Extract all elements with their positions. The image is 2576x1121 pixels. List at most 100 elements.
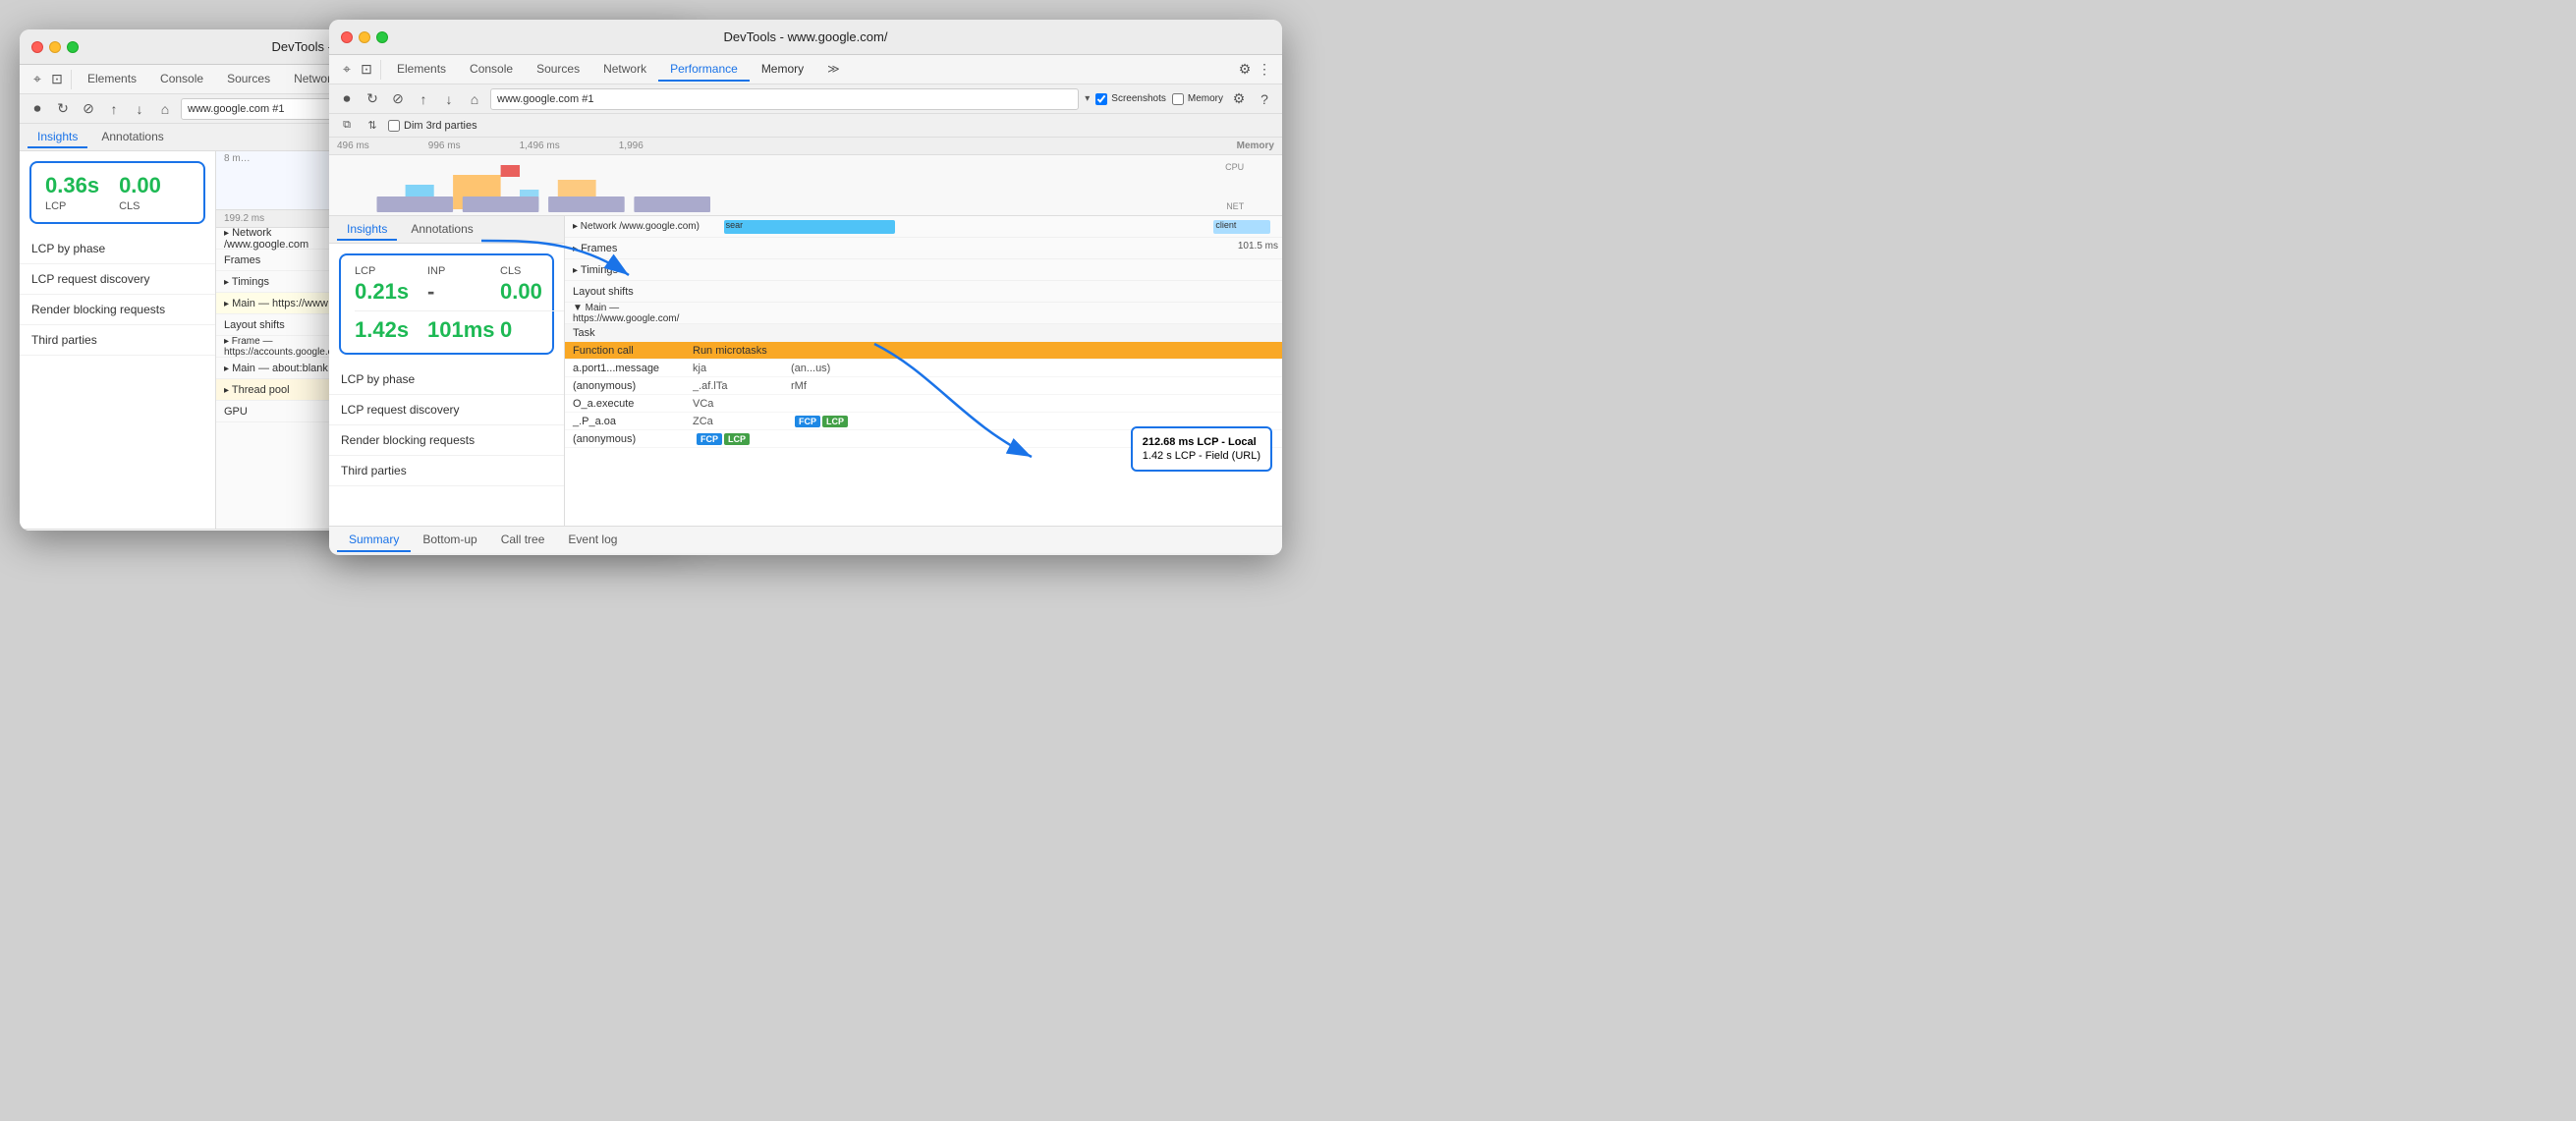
tl-row-layout-2: Layout shifts [565, 281, 1282, 303]
upload-icon-1[interactable]: ↑ [104, 99, 124, 119]
inp-col-header: INP [427, 265, 496, 277]
help-icon-2[interactable]: ? [1255, 89, 1274, 109]
lcp-phase-item-1[interactable]: LCP by phase [20, 234, 215, 264]
layers-icon-2[interactable]: ⊡ [357, 60, 376, 80]
anon-col1: _.af.lTa [693, 380, 791, 392]
metrics-box-1: 0.36s LCP 0.00 CLS [29, 161, 205, 224]
lcp-request-item-1[interactable]: LCP request discovery [20, 264, 215, 295]
tl-row-main-2: ▼ Main — https://www.google.com/ [565, 303, 1282, 324]
tab-sources-1[interactable]: Sources [215, 68, 282, 91]
record-icon-2[interactable]: ⏺ [337, 89, 357, 109]
execute-label: O_a.execute [565, 398, 693, 410]
title-bar-2: DevTools - www.google.com/ [329, 20, 1282, 55]
stack-fc-row: Function call Run microtasks [565, 342, 1282, 360]
stack-port-row: a.port1...message kja (an...us) [565, 360, 1282, 377]
summary-tab-2[interactable]: Summary [337, 529, 411, 552]
lcp-callout-2: 212.68 ms LCP - Local 1.42 s LCP - Field… [1131, 426, 1272, 472]
dim-3rd-parties-checkbox[interactable]: Dim 3rd parties [388, 120, 477, 132]
cls-label-1: CLS [119, 200, 161, 212]
filter-icon-2[interactable]: ⧉ [337, 116, 357, 136]
cursor-icon-2[interactable]: ⌖ [337, 60, 357, 80]
svg-text:NET: NET [1226, 201, 1245, 211]
settings-icon-2b[interactable]: ⚙ [1229, 89, 1249, 109]
stack-execute-row: O_a.execute VCa [565, 395, 1282, 413]
tab-elements-1[interactable]: Elements [76, 68, 148, 91]
home-icon-1[interactable]: ⌂ [155, 99, 175, 119]
tab-console-1[interactable]: Console [148, 68, 215, 91]
tab-console-2[interactable]: Console [458, 58, 525, 82]
minimize-button-2[interactable] [359, 31, 370, 43]
tab-bar-2: ⌖ ⊡ Elements Console Sources Network Per… [329, 55, 1282, 84]
cls-value-1: 0.00 [119, 173, 161, 198]
lcp-phase-item-2[interactable]: LCP by phase [329, 364, 564, 395]
tab-sources-2[interactable]: Sources [525, 58, 591, 82]
lcp-request-item-2[interactable]: LCP request discovery [329, 395, 564, 425]
cursor-icon[interactable]: ⌖ [28, 70, 47, 89]
minimize-button-1[interactable] [49, 41, 61, 53]
download-icon-1[interactable]: ↓ [130, 99, 149, 119]
upload-icon-2[interactable]: ↑ [414, 89, 433, 109]
home-icon-2[interactable]: ⌂ [465, 89, 484, 109]
tab-network-2[interactable]: Network [591, 58, 658, 82]
third-parties-item-2[interactable]: Third parties [329, 456, 564, 486]
tab-more-2[interactable]: ≫ [815, 58, 852, 82]
task-label: Task [565, 327, 693, 339]
bottom-tabs-2: Summary Bottom-up Call tree Event log [329, 526, 1282, 553]
lcp-local-value: 0.21s [355, 279, 423, 305]
maximize-button-1[interactable] [67, 41, 79, 53]
sort-icon-2[interactable]: ⇅ [363, 116, 382, 136]
svg-text:CPU: CPU [1225, 162, 1244, 172]
address-input-2[interactable] [490, 88, 1079, 110]
tab-elements-2[interactable]: Elements [385, 58, 458, 82]
download-icon-2[interactable]: ↓ [439, 89, 459, 109]
insights-tab-2[interactable]: Insights [337, 219, 397, 241]
timeline-ruler-2: 496 ms 996 ms 1,496 ms 1,996 Memory [329, 138, 1282, 155]
annotations-tab-1[interactable]: Annotations [91, 127, 173, 148]
cls-local-value: 0.00 [500, 279, 565, 305]
tab-performance-2[interactable]: Performance [658, 58, 750, 82]
memory-checkbox-2[interactable]: Memory [1172, 93, 1223, 105]
inp-field-value: 101ms [427, 317, 496, 343]
port-label: a.port1...message [565, 363, 693, 374]
lcp-callout-line1: 212.68 ms LCP - Local [1143, 436, 1260, 448]
right-panel-2: ▸ Network /www.google.com) sear client ▸… [565, 216, 1282, 526]
devtools-window-2: DevTools - www.google.com/ ⌖ ⊡ Elements … [329, 20, 1282, 555]
more-icon-2[interactable]: ⋮ [1255, 60, 1274, 80]
insights-bar-2: Insights Annotations [329, 216, 564, 244]
panel-layout-2: Insights Annotations LCP INP CLS 0.21s -… [329, 216, 1282, 526]
reload-icon-2[interactable]: ↻ [363, 89, 382, 109]
lcp-field-value: 1.42s [355, 317, 423, 343]
reload-icon-1[interactable]: ↻ [53, 99, 73, 119]
screenshots-checkbox-2[interactable]: Screenshots [1095, 93, 1166, 105]
fc-label: Function call [565, 345, 693, 357]
poa-label: _.P_a.oa [565, 416, 693, 427]
record-icon-1[interactable]: ⏺ [28, 99, 47, 119]
render-blocking-item-2[interactable]: Render blocking requests [329, 425, 564, 456]
cpu-label: Memory [1237, 140, 1274, 151]
maximize-button-2[interactable] [376, 31, 388, 43]
cls-field-value: 0 [500, 317, 565, 343]
close-button-2[interactable] [341, 31, 353, 43]
tl-row-timings-2: ▸ Timings [565, 259, 1282, 281]
render-blocking-item-1[interactable]: Render blocking requests [20, 295, 215, 325]
layers-icon[interactable]: ⊡ [47, 70, 67, 89]
call-tree-tab-2[interactable]: Call tree [489, 529, 557, 552]
bottom-up-tab-2[interactable]: Bottom-up [411, 529, 488, 552]
insights-tab-1[interactable]: Insights [28, 127, 87, 148]
clear-icon-1[interactable]: ⊘ [79, 99, 98, 119]
lcp-value-1: 0.36s [45, 173, 99, 198]
third-parties-item-1[interactable]: Third parties [20, 325, 215, 356]
clear-icon-2[interactable]: ⊘ [388, 89, 408, 109]
event-log-tab-2[interactable]: Event log [556, 529, 629, 552]
annotations-tab-2[interactable]: Annotations [401, 219, 482, 241]
anon2-label: (anonymous) [565, 433, 693, 445]
settings-icon-2[interactable]: ⚙ [1235, 60, 1255, 80]
traffic-lights-2 [341, 31, 388, 43]
left-panel-2: Insights Annotations LCP INP CLS 0.21s -… [329, 216, 565, 526]
traffic-lights-1 [31, 41, 79, 53]
port-col1: kja [693, 363, 791, 374]
close-button-1[interactable] [31, 41, 43, 53]
left-panel-1: 0.36s LCP 0.00 CLS LCP by phase LCP requ… [20, 151, 216, 529]
port-col2: (an...us) [791, 363, 869, 374]
tab-memory-2[interactable]: Memory [750, 58, 815, 82]
